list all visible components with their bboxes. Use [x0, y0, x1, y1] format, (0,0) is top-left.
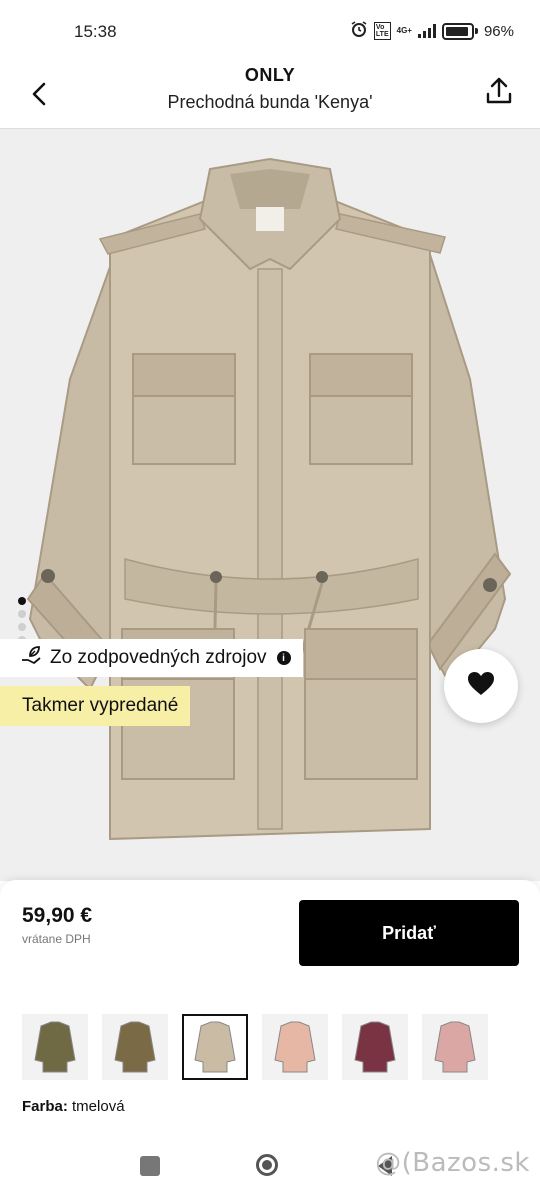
network-type: 4G+ — [396, 26, 412, 35]
swatch-jacket-icon — [114, 1021, 156, 1073]
vat-note: vrátane DPH — [22, 932, 91, 946]
price: 59,90 € — [22, 904, 93, 927]
swatch-jacket-icon — [354, 1021, 396, 1073]
color-swatch[interactable] — [262, 1014, 328, 1080]
color-info: Farba: tmelová — [22, 1098, 125, 1115]
brand-title: ONLY — [244, 65, 296, 85]
color-label: Farba: — [22, 1098, 68, 1115]
color-swatch-selected[interactable] — [182, 1014, 248, 1080]
color-swatch[interactable] — [342, 1014, 408, 1080]
color-swatch[interactable] — [102, 1014, 168, 1080]
battery-percent: 96% — [483, 22, 514, 40]
hand-leaf-icon — [20, 644, 42, 672]
watermark: @(Bazos.sk — [375, 1148, 530, 1178]
volte-icon: Vo LTE — [373, 22, 391, 40]
color-swatches — [22, 1014, 488, 1080]
swatch-jacket-icon — [194, 1021, 236, 1073]
stock-badge: Takmer vypredané — [0, 686, 191, 726]
color-value: tmelová — [72, 1098, 125, 1115]
product-title: Prechodná bunda 'Kenya' — [167, 92, 373, 112]
app-header: ONLY Prechodná bunda 'Kenya' — [0, 62, 540, 129]
gallery-dot[interactable] — [18, 597, 26, 605]
favorite-button[interactable] — [444, 649, 518, 723]
stock-label: Takmer vypredané — [22, 695, 179, 716]
info-icon[interactable]: i — [276, 651, 291, 665]
recents-icon[interactable] — [140, 1156, 160, 1176]
sustainability-label: Zo zodpovedných zdrojov — [50, 647, 267, 668]
sustainability-badge[interactable]: Zo zodpovedných zdrojov i — [0, 639, 303, 677]
battery-icon — [441, 22, 474, 40]
status-bar: 15:38 Vo LTE 4G+ 96% — [0, 0, 540, 62]
color-swatch[interactable] — [22, 1014, 88, 1080]
swatch-jacket-icon — [434, 1021, 476, 1073]
system-nav-bar: @(Bazos.sk — [0, 1140, 540, 1200]
gallery-dot[interactable] — [18, 623, 26, 631]
status-icons: Vo LTE 4G+ 96% — [350, 20, 514, 42]
color-swatch[interactable] — [422, 1014, 488, 1080]
status-time: 15:38 — [74, 22, 117, 41]
gallery-dot[interactable] — [18, 610, 26, 618]
signal-icon — [417, 24, 436, 38]
alarm-icon — [350, 20, 368, 42]
jacket-illustration — [26, 157, 512, 841]
add-to-cart-button[interactable]: Pridať — [299, 900, 519, 966]
share-icon[interactable] — [482, 74, 516, 108]
home-icon[interactable] — [256, 1154, 278, 1176]
swatch-jacket-icon — [274, 1021, 316, 1073]
product-image[interactable] — [0, 129, 540, 881]
heart-icon — [467, 671, 495, 702]
swatch-jacket-icon — [34, 1021, 76, 1073]
